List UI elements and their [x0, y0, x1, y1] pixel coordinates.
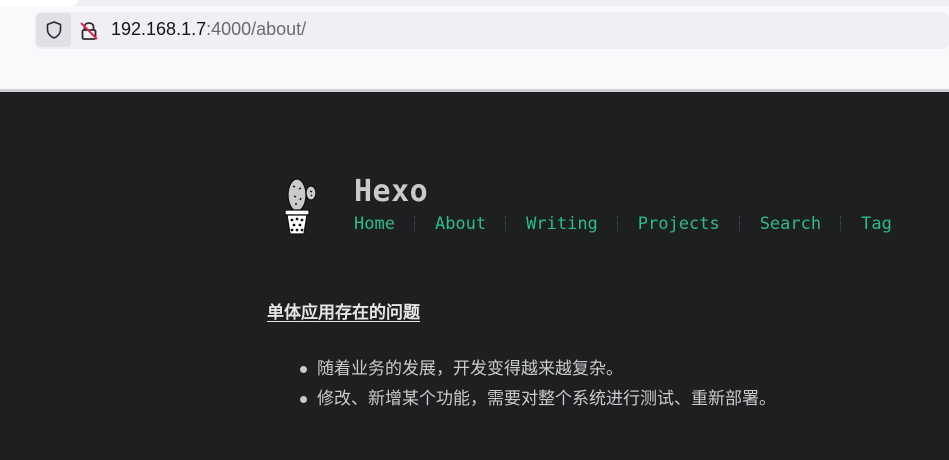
- section-heading: 单体应用存在的问题: [267, 303, 420, 323]
- nav-search[interactable]: Search: [760, 214, 821, 234]
- nav-home[interactable]: Home: [354, 214, 395, 234]
- nav-separator: [505, 216, 507, 232]
- nav-projects[interactable]: Projects: [638, 214, 720, 234]
- list-item-text: 随着业务的发展，开发变得越来越复杂。: [317, 359, 623, 379]
- insecure-lock-icon[interactable]: [78, 20, 100, 42]
- tracking-protection-button[interactable]: [36, 13, 71, 47]
- tab-strip: [0, 0, 949, 6]
- url-text[interactable]: 192.168.1.7:4000/about/: [111, 19, 306, 40]
- shield-icon: [46, 21, 61, 39]
- nav-tag[interactable]: Tag: [861, 214, 892, 234]
- issue-list: 随着业务的发展，开发变得越来越复杂。 修改、新增某个功能，需要对整个系统进行测试…: [300, 354, 776, 414]
- bullet-icon: [300, 365, 307, 373]
- list-item: 随着业务的发展，开发变得越来越复杂。: [300, 354, 776, 384]
- nav-separator: [738, 216, 741, 232]
- nav-separator: [413, 216, 416, 232]
- nav-writing[interactable]: Writing: [526, 214, 598, 234]
- url-path: :4000/about/: [206, 19, 307, 39]
- browser-toolbar: 192.168.1.7:4000/about/: [0, 0, 949, 92]
- bullet-icon: [300, 395, 307, 403]
- nav-about[interactable]: About: [435, 214, 486, 234]
- main-nav: Home About Writing Projects Search Tag: [354, 212, 892, 236]
- tab-edge[interactable]: [0, 0, 78, 6]
- list-item: 修改、新增某个功能，需要对整个系统进行测试、重新部署。: [300, 384, 776, 414]
- list-item-text: 修改、新增某个功能，需要对整个系统进行测试、重新部署。: [317, 389, 776, 409]
- nav-separator: [840, 216, 842, 232]
- url-host: 192.168.1.7: [111, 19, 207, 39]
- nav-separator: [616, 216, 619, 232]
- site-title[interactable]: Hexo: [354, 174, 428, 209]
- cactus-logo[interactable]: [280, 176, 320, 236]
- toolbar-divider: [0, 89, 949, 92]
